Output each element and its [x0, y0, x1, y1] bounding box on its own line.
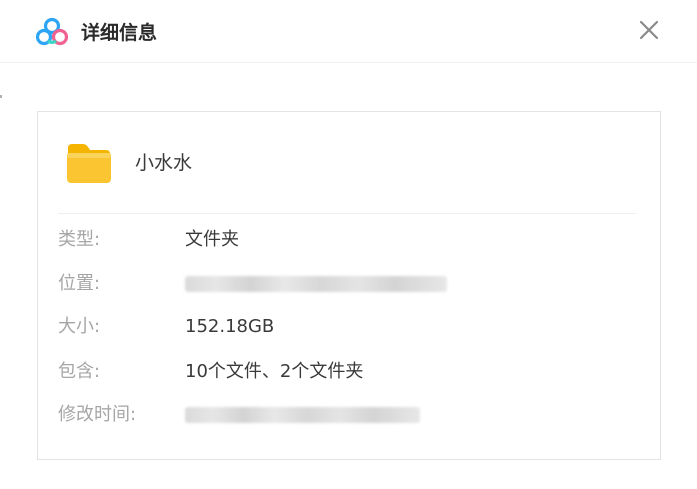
details-dialog: 详细信息 小水水 类型: 文件夹 位置: 大小: 152.18GB 包含: 10… [0, 0, 697, 489]
dialog-title: 详细信息 [81, 22, 158, 44]
detail-row-contains: 包含: 10个文件、2个文件夹 [58, 357, 638, 387]
folder-icon [67, 144, 111, 183]
detail-label: 大小: [58, 316, 101, 337]
baidu-netdisk-logo-icon [36, 17, 68, 46]
window-edge-mark [0, 95, 2, 98]
detail-label: 位置: [58, 273, 101, 294]
detail-label: 类型: [58, 229, 101, 250]
detail-value: 152.18GB [185, 316, 275, 337]
folder-name: 小水水 [135, 152, 193, 174]
detail-value: 文件夹 [185, 229, 239, 250]
detail-value: 10个文件、2个文件夹 [185, 361, 364, 382]
divider [58, 213, 636, 214]
dialog-header: 详细信息 [0, 0, 697, 63]
redacted-location-value [185, 276, 447, 292]
close-icon[interactable] [636, 17, 662, 43]
details-panel: 小水水 类型: 文件夹 位置: 大小: 152.18GB 包含: 10个文件、2… [37, 111, 661, 460]
detail-label: 包含: [58, 361, 101, 382]
detail-row-size: 大小: 152.18GB [58, 312, 638, 342]
detail-row-location: 位置: [58, 269, 638, 299]
detail-row-modified: 修改时间: [58, 400, 638, 430]
redacted-modified-value [185, 407, 420, 423]
detail-label: 修改时间: [58, 404, 137, 425]
detail-row-type: 类型: 文件夹 [58, 225, 638, 255]
